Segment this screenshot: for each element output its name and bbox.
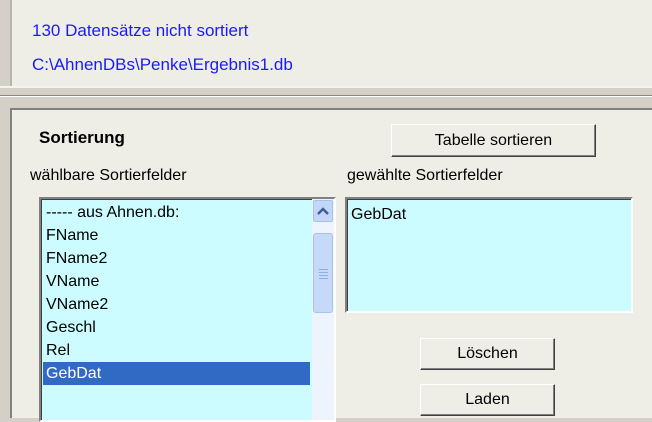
scroll-up-button[interactable]	[313, 200, 333, 222]
list-item[interactable]: FName2	[43, 247, 310, 270]
scroll-thumb[interactable]	[313, 233, 333, 313]
available-fields-list[interactable]: ----- aus Ahnen.db: FName FName2 VName VName…	[39, 197, 336, 422]
chosen-fields-items: GebDat	[351, 205, 627, 225]
available-fields-items: ----- aus Ahnen.db: FName FName2 VName VName…	[43, 201, 310, 385]
delete-button[interactable]: Löschen	[420, 338, 555, 370]
divider	[0, 96, 652, 97]
sort-heading: Sortierung	[39, 128, 125, 147]
grip-icon	[319, 272, 328, 273]
list-item[interactable]: VName2	[43, 293, 310, 316]
load-button[interactable]: Laden	[420, 384, 555, 416]
grip-icon	[319, 275, 328, 276]
grip-icon	[319, 278, 328, 279]
available-fields-label: wählbare Sortierfelder	[30, 167, 187, 184]
list-item[interactable]: FName	[43, 224, 310, 247]
chosen-fields-label: gewählte Sortierfelder	[347, 167, 503, 184]
list-item[interactable]: VName	[43, 270, 310, 293]
list-item[interactable]: Rel	[43, 339, 310, 362]
info-panel: 130 Datensätze nicht sortiert C:\AhnenDB…	[0, 0, 652, 86]
record-status-text: 130 Datensätze nicht sortiert	[32, 21, 249, 40]
list-item[interactable]: GebDat	[43, 362, 310, 385]
sort-table-button[interactable]: Tabelle sortieren	[391, 124, 596, 157]
list-item[interactable]: Geschl	[43, 316, 310, 339]
grip-icon	[319, 269, 328, 270]
divider	[0, 86, 652, 88]
list-scrollbar[interactable]	[312, 199, 334, 420]
database-path-text: C:\AhnenDBs\Penke\Ergebnis1.db	[32, 55, 293, 74]
chevron-up-icon	[317, 207, 329, 215]
list-item[interactable]: GebDat	[351, 205, 627, 225]
chosen-fields-list[interactable]: GebDat	[345, 197, 633, 313]
list-item[interactable]: ----- aus Ahnen.db:	[43, 201, 310, 224]
panel-edge	[0, 0, 12, 86]
sort-panel: Sortierung Tabelle sortieren wählbare So…	[10, 108, 652, 422]
